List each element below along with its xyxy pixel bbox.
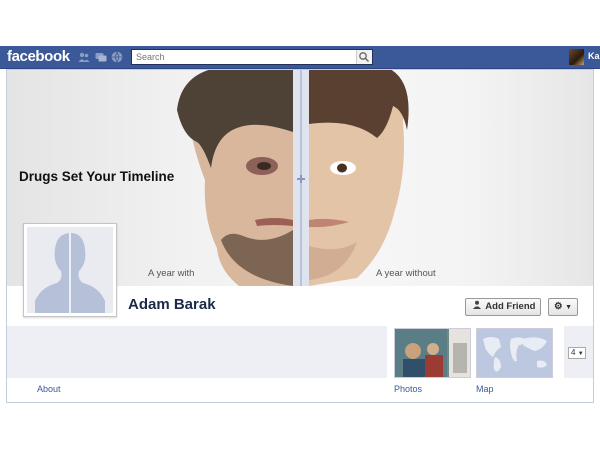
search-input[interactable] bbox=[132, 50, 356, 64]
actions-menu-button[interactable]: ⚙ ▼ bbox=[548, 298, 578, 316]
search-box[interactable] bbox=[131, 49, 373, 65]
user-name-link[interactable]: Ka bbox=[588, 51, 600, 61]
timeline-plus-icon[interactable] bbox=[296, 174, 306, 184]
chevron-down-icon: ▼ bbox=[577, 351, 584, 357]
profile-picture[interactable] bbox=[23, 223, 117, 317]
add-friend-label: Add Friend bbox=[485, 301, 536, 312]
facebook-logo[interactable]: facebook bbox=[7, 48, 70, 65]
top-navigation-bar: facebook Ka bbox=[0, 46, 600, 69]
search-button[interactable] bbox=[356, 50, 372, 64]
photos-image bbox=[395, 329, 470, 377]
profile-name[interactable]: Adam Barak bbox=[128, 296, 216, 313]
gear-icon: ⚙ bbox=[553, 301, 563, 312]
default-avatar-icon bbox=[27, 227, 113, 313]
add-friend-icon bbox=[472, 299, 483, 315]
map-thumbnail[interactable] bbox=[476, 328, 553, 378]
caption-right: A year without bbox=[376, 268, 436, 279]
search-icon bbox=[359, 52, 370, 63]
tab-about[interactable]: About bbox=[37, 384, 61, 394]
world-map-image bbox=[477, 329, 552, 377]
friend-requests-icon[interactable] bbox=[78, 51, 90, 63]
tab-map[interactable]: Map bbox=[476, 384, 494, 394]
user-avatar[interactable] bbox=[569, 49, 584, 65]
chevron-down-icon: ▼ bbox=[565, 304, 573, 311]
cover-title: Drugs Set Your Timeline bbox=[19, 169, 175, 184]
tab-photos[interactable]: Photos bbox=[394, 384, 422, 394]
about-section-box[interactable] bbox=[7, 326, 387, 378]
sections-strip: 4 ▼ bbox=[7, 326, 593, 382]
add-friend-button[interactable]: Add Friend bbox=[465, 298, 541, 316]
caption-left: A year with bbox=[148, 268, 195, 279]
timeline-frame: Drugs Set Your Timeline A year with A ye… bbox=[6, 69, 594, 403]
photos-thumbnail[interactable] bbox=[394, 328, 471, 378]
messages-icon[interactable] bbox=[95, 51, 107, 63]
more-sections-button[interactable]: 4 ▼ bbox=[568, 347, 586, 359]
more-count: 4 bbox=[571, 348, 576, 357]
notifications-icon[interactable] bbox=[111, 51, 123, 63]
